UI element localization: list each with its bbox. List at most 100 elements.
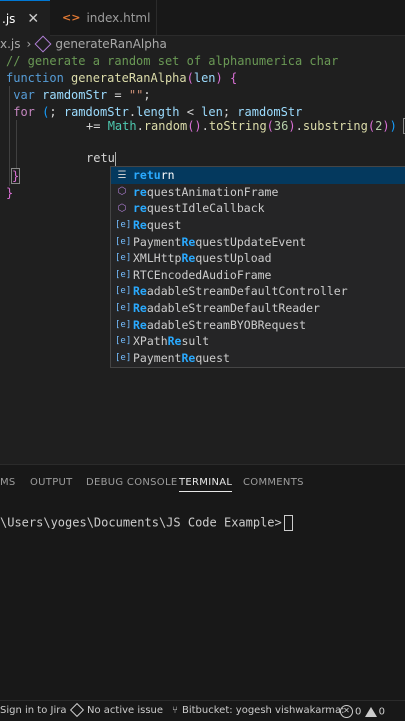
error-icon: ✕	[340, 705, 353, 718]
tab-problems[interactable]: MS	[0, 477, 16, 488]
breadcrumb: x.js › generateRanAlpha	[0, 35, 167, 53]
tab-terminal[interactable]: TERMINAL	[179, 477, 233, 492]
match-text: re	[133, 184, 147, 199]
number: 36	[273, 119, 289, 133]
function-name: generateRanAlpha	[71, 71, 187, 85]
method-icon: ⬡	[117, 202, 127, 214]
code-line: retu	[86, 150, 116, 167]
rest-text: adableStreamDefaultController	[146, 284, 348, 299]
method: toString	[208, 119, 267, 133]
warning-icon	[364, 706, 377, 717]
terminal-output[interactable]: \Users\yoges\Documents\JS Code Example>	[0, 515, 293, 531]
variable-icon: [e]	[115, 336, 132, 347]
variable-icon: [e]	[115, 286, 132, 297]
editor-tab-bar: .js ✕ <> index.html	[0, 0, 405, 36]
code-line: += Math.random().toString(36).substring(…	[86, 118, 405, 135]
rest-text: questUpdateEvent	[195, 234, 307, 249]
match-text: Re	[133, 301, 147, 316]
code-line: function generateRanAlpha(len) {	[6, 71, 238, 85]
keyword: var	[13, 88, 35, 102]
match-text: retu	[133, 168, 161, 183]
comment: // generate a random set of alphanumeric…	[6, 54, 339, 68]
match-text: re	[133, 201, 147, 216]
match-text: Re	[133, 317, 147, 332]
prefix-text: Payment	[133, 234, 182, 249]
variable-icon: [e]	[115, 236, 132, 247]
bottom-panel: MS OUTPUT DEBUG CONSOLE TERMINAL COMMENT…	[0, 464, 405, 703]
keyword: function	[6, 71, 64, 85]
tab-debug-console[interactable]: DEBUG CONSOLE	[86, 477, 177, 488]
rest-text: questIdleCallback	[146, 201, 265, 216]
variable: len	[201, 105, 223, 119]
rest-text: questUpload	[195, 251, 272, 266]
suggestion-item[interactable]: [e] XPath Re sult	[111, 333, 405, 350]
suggestion-item[interactable]: [e] Re adableStreamBYOBRequest	[111, 316, 405, 333]
tag-icon	[69, 702, 85, 718]
terminal-cursor	[283, 515, 293, 531]
variable-icon: [e]	[115, 352, 132, 363]
method: random	[143, 119, 188, 133]
prefix-text: XPath	[133, 334, 168, 349]
error-count: 0	[355, 706, 362, 718]
problems-status[interactable]: ✕ 0 0	[340, 705, 385, 718]
breadcrumb-file[interactable]: x.js	[0, 37, 21, 51]
panel-tabs: MS OUTPUT DEBUG CONSOLE TERMINAL COMMENT…	[0, 465, 405, 500]
autocomplete-suggestions: ☰ retu rn ⬡ re questAnimationFrame ⬡ re questI…	[110, 166, 405, 368]
object: Math	[107, 119, 137, 133]
bitbucket-label: Bitbucket: yogesh vishwakarma:	[182, 705, 345, 716]
indent-guide	[16, 120, 17, 168]
suggestion-item[interactable]: ☰ retu rn	[111, 167, 405, 184]
indent-guide	[9, 86, 10, 186]
warning-count: 0	[378, 706, 385, 718]
text-cursor	[114, 151, 116, 166]
match-text: Re	[167, 334, 182, 349]
tab-comments[interactable]: COMMENTS	[243, 477, 304, 488]
suggestion-item[interactable]: ⬡ re questAnimationFrame	[111, 184, 405, 201]
string: ""	[128, 88, 144, 102]
suggestion-item[interactable]: [e] Re adableStreamDefaultController	[111, 283, 405, 300]
html-file-icon: <>	[62, 11, 81, 24]
suggestion-item[interactable]: [e] Re adableStreamDefaultReader	[111, 300, 405, 317]
tab-label: .js	[2, 11, 16, 26]
chevron-right-icon: ›	[26, 37, 32, 51]
terminal-prompt: \Users\yoges\Documents\JS Code Example>	[0, 515, 282, 530]
match-text: Re	[181, 251, 196, 266]
code-line: var ramdomStr = "";	[13, 88, 151, 102]
property: length	[136, 105, 180, 119]
method-icon: ⬡	[117, 186, 127, 198]
suggestion-item[interactable]: [e] Payment Re questUpdateEvent	[111, 233, 405, 250]
suggestion-item[interactable]: [e] XMLHttp Re questUpload	[111, 250, 405, 267]
param: len	[193, 71, 216, 85]
tab-output[interactable]: OUTPUT	[30, 477, 73, 488]
rest-text: adableStreamDefaultReader	[146, 301, 320, 316]
match-text: Re	[181, 234, 196, 249]
variable-icon: [e]	[115, 319, 132, 330]
match-text: Re	[133, 284, 147, 299]
close-icon[interactable]: ✕	[27, 11, 39, 27]
variable: ramdomStr	[42, 88, 108, 102]
breadcrumb-symbol[interactable]: generateRanAlpha	[55, 37, 167, 51]
tab-index-html[interactable]: <> index.html	[50, 0, 157, 35]
prefix-text: RTCEncodedAudioFrame	[133, 267, 272, 282]
prefix-text: Payment	[133, 350, 182, 365]
variable-icon: [e]	[115, 220, 132, 231]
rest-text: quest	[146, 218, 182, 233]
jira-issue-status[interactable]: No active issue	[69, 702, 163, 718]
keyword-icon: ☰	[117, 169, 127, 181]
variable: ramdomStr	[63, 105, 129, 119]
variable: ramdomStr	[237, 105, 303, 119]
code-line: }	[6, 186, 14, 200]
method: substring	[302, 119, 368, 133]
suggestion-item[interactable]: [e] RTCEncodedAudioFrame	[111, 267, 405, 284]
rest-text: quest	[195, 350, 230, 365]
rest-text: rn	[160, 168, 175, 183]
suggestion-item[interactable]: ⬡ re questIdleCallback	[111, 200, 405, 217]
bitbucket-status[interactable]: ⑂ Bitbucket: yogesh vishwakarma:	[172, 705, 345, 716]
bitbucket-icon: ⑂	[172, 705, 178, 716]
tab-js-file[interactable]: .js ✕	[0, 0, 50, 36]
suggestion-item[interactable]: [e] Re quest	[111, 217, 405, 234]
rest-text: questAnimationFrame	[146, 184, 279, 199]
status-bar: Sign in to Jira No active issue ⑂ Bitbuck…	[0, 700, 405, 721]
jira-sign-in[interactable]: Sign in to Jira	[0, 705, 66, 716]
suggestion-item[interactable]: [e] Payment Re quest	[111, 350, 405, 367]
